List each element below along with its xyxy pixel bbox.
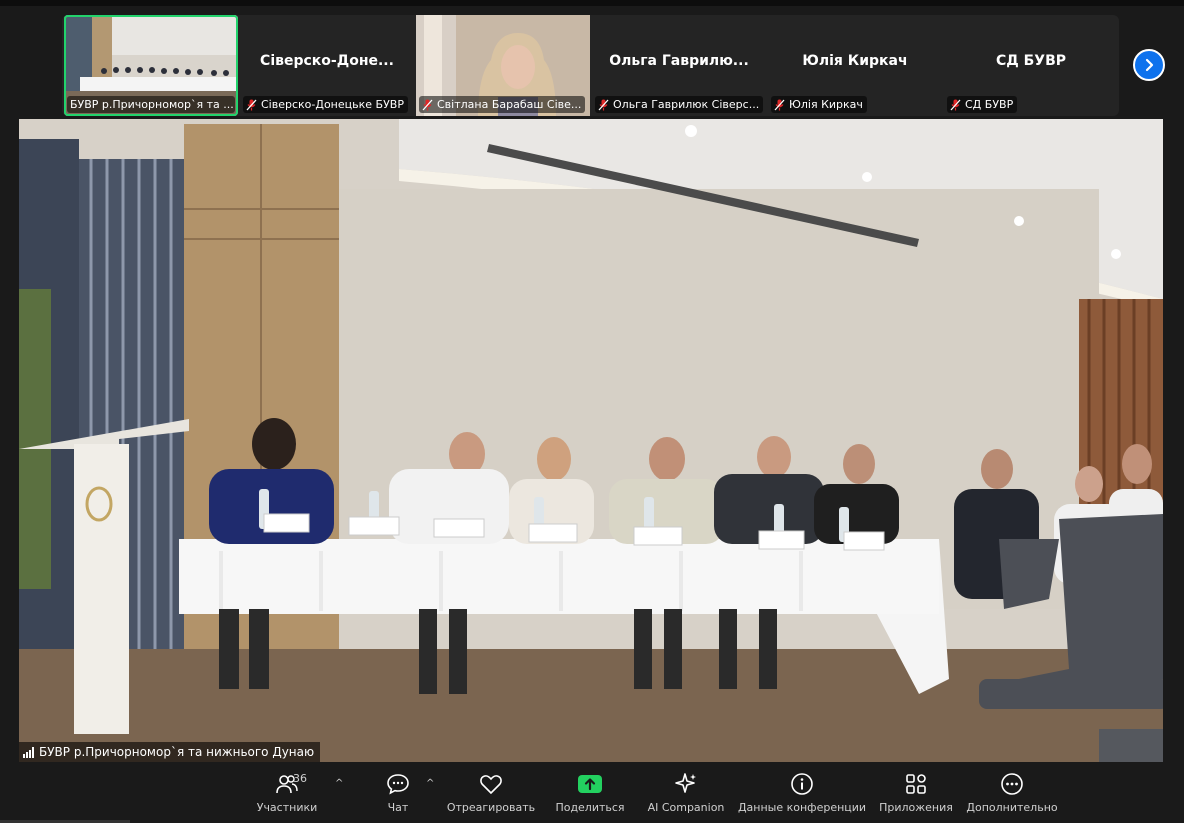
ai-companion-button[interactable]: AI Companion [646, 770, 726, 814]
ai-companion-label: AI Companion [647, 801, 725, 814]
chat-icon [387, 774, 409, 795]
tile-name: Юлія Киркач [802, 53, 908, 69]
react-button[interactable]: Отреагировать [446, 770, 536, 814]
meeting-info-button[interactable]: Данные конференции [737, 770, 867, 814]
gallery-tile-3[interactable]: Світлана Барабаш Сіве... [416, 15, 590, 116]
more-icon [1001, 773, 1023, 795]
heart-icon [480, 775, 502, 795]
meeting-info-label: Данные конференции [737, 801, 867, 814]
gallery-tile-2[interactable]: Сіверско-Доне... Сіверско-Донецьке БУВР [240, 15, 414, 116]
participants-label: Участники [256, 801, 318, 814]
more-button[interactable]: Дополнительно [966, 770, 1058, 814]
chat-options-caret[interactable]: ^ [426, 778, 434, 789]
participants-options-caret[interactable]: ^ [335, 778, 343, 789]
participants-count: 36 [293, 772, 307, 785]
speaker-name-label: БУВР р.Причорномор`я та нижнього Дунаю [19, 742, 321, 762]
apps-icon [906, 774, 926, 794]
apps-label: Приложения [879, 801, 953, 814]
tile-name: СД БУВР [995, 53, 1066, 69]
info-icon [791, 773, 813, 795]
gallery-tile-6[interactable]: СД БУВР СД БУВР [944, 15, 1118, 116]
more-label: Дополнительно [966, 801, 1058, 814]
sparkle-icon [675, 773, 696, 793]
mic-muted-icon [246, 99, 257, 110]
gallery-tile-4[interactable]: Ольга Гаврилю... Ольга Гаврилюк Сіверс..… [592, 15, 766, 116]
gallery-tile-1[interactable]: БУВР р.Причорномор`я та ... [64, 15, 238, 116]
mic-muted-icon [950, 99, 961, 110]
tile-label: БУВР р.Причорномор`я та ... [67, 96, 235, 113]
tile-label: Юлія Киркач [771, 96, 867, 113]
chevron-right-icon [1145, 58, 1154, 72]
share-label: Поделиться [555, 801, 625, 814]
main-speaker-video [19, 119, 1163, 762]
tile-label: Сіверско-Донецьке БУВР [243, 96, 408, 113]
react-label: Отреагировать [446, 801, 536, 814]
tile-label: Світлана Барабаш Сіве... [419, 96, 586, 113]
connection-signal-icon [23, 746, 34, 758]
participants-button[interactable]: 36 Участники [256, 770, 318, 814]
apps-button[interactable]: Приложения [878, 770, 954, 814]
tile-name: Сіверско-Доне... [260, 53, 394, 69]
gallery-next-page-button[interactable] [1133, 49, 1165, 81]
chat-label: Чат [387, 801, 409, 814]
tile-name: Ольга Гаврилю... [609, 53, 749, 69]
window-top-edge [0, 0, 1184, 6]
tile-label: Ольга Гаврилюк Сіверс... [595, 96, 763, 113]
share-screen-icon [578, 775, 602, 793]
meeting-toolbar: 36 Участники ^ Чат ^ Отреагировать Подел… [0, 764, 1184, 823]
chat-button[interactable]: Чат [383, 770, 413, 814]
mic-muted-icon [598, 99, 609, 110]
share-screen-button[interactable]: Поделиться [555, 770, 625, 814]
mic-muted-icon [774, 99, 785, 110]
gallery-tile-5[interactable]: Юлія Киркач Юлія Киркач [768, 15, 942, 116]
tile-label: СД БУВР [947, 96, 1018, 113]
conference-room-scene [19, 119, 1163, 762]
mic-muted-icon [422, 99, 433, 110]
